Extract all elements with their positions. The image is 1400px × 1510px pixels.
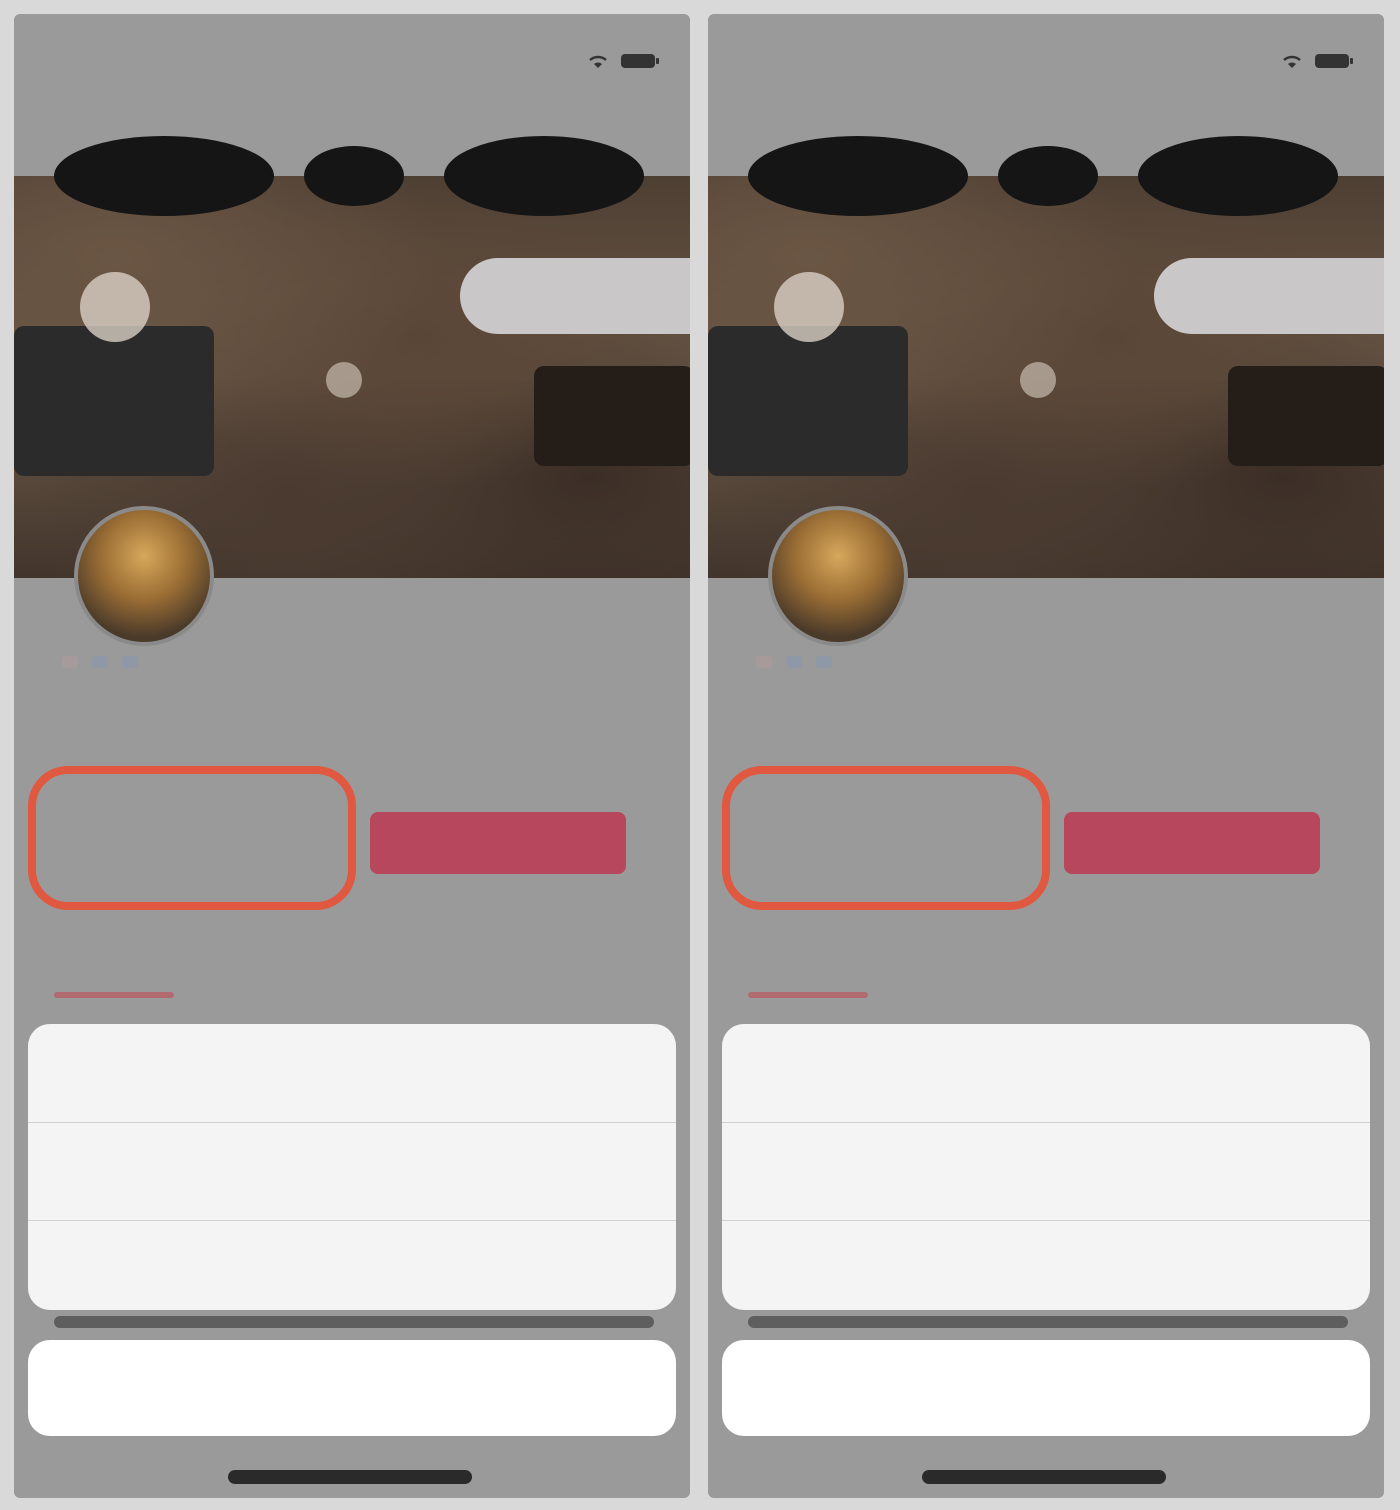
profile-tags (62, 656, 138, 668)
cover-shape (998, 146, 1098, 206)
tab-active-indicator (748, 992, 868, 998)
status-icons (586, 52, 660, 70)
cover-shape (14, 326, 214, 476)
cover-shape (748, 136, 968, 216)
phone-screen-right (708, 14, 1384, 1498)
cover-shape (534, 366, 690, 466)
cover-light (326, 362, 362, 398)
status-bar (708, 42, 1384, 82)
tag (62, 656, 78, 668)
home-indicator[interactable] (922, 1470, 1166, 1484)
battery-icon (621, 54, 659, 68)
wifi-icon (1283, 55, 1301, 68)
divider (722, 1220, 1370, 1221)
action-sheet (722, 1024, 1370, 1310)
cover-light (774, 272, 844, 342)
tag (756, 656, 772, 668)
cover-shape (1228, 366, 1384, 466)
action-sheet (28, 1024, 676, 1310)
cancel-button[interactable] (722, 1340, 1370, 1436)
chat-button[interactable] (370, 812, 626, 874)
tab-active-indicator (54, 992, 174, 998)
follow-button[interactable] (460, 258, 690, 334)
tag (122, 656, 138, 668)
wifi-icon (589, 55, 607, 68)
highlight-box (722, 766, 1050, 910)
tag (786, 656, 802, 668)
cover-shape (54, 136, 274, 216)
avatar[interactable] (74, 506, 214, 646)
sheet-shadow (54, 1316, 654, 1328)
home-indicator[interactable] (228, 1470, 472, 1484)
cover-shape (1138, 136, 1338, 216)
status-icons (1280, 52, 1354, 70)
profile-tags (756, 656, 832, 668)
tag (816, 656, 832, 668)
cover-light (1020, 362, 1056, 398)
tag (92, 656, 108, 668)
status-bar (14, 42, 690, 82)
divider (28, 1122, 676, 1123)
chat-button[interactable] (1064, 812, 1320, 874)
avatar[interactable] (768, 506, 908, 646)
battery-icon (1315, 54, 1353, 68)
cover-shape (444, 136, 644, 216)
divider (28, 1220, 676, 1221)
phone-screen-left (14, 14, 690, 1498)
sheet-shadow (748, 1316, 1348, 1328)
cancel-button[interactable] (28, 1340, 676, 1436)
highlight-box (28, 766, 356, 910)
divider (722, 1122, 1370, 1123)
follow-button[interactable] (1154, 258, 1384, 334)
cover-shape (708, 326, 908, 476)
cover-light (80, 272, 150, 342)
cover-shape (304, 146, 404, 206)
